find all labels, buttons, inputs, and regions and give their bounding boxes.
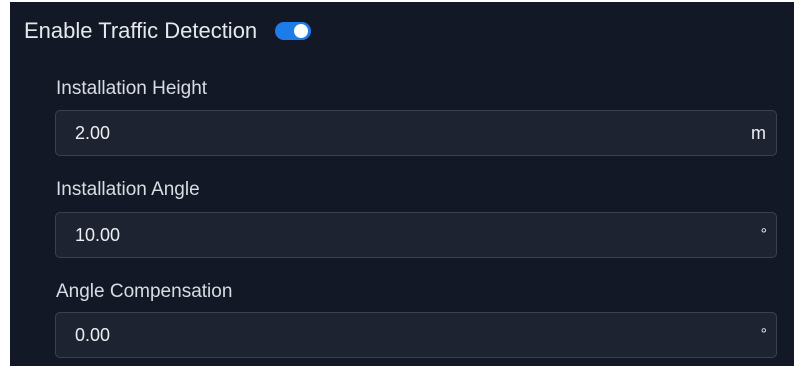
traffic-detection-row: Enable Traffic Detection (24, 15, 312, 47)
angle-compensation-value: 0.00 (75, 325, 111, 345)
traffic-detection-panel: Enable Traffic Detection Installation He… (10, 2, 794, 366)
angle-compensation-unit: ° (760, 326, 767, 343)
installation-height-unit: m (751, 123, 766, 143)
angle-compensation-input[interactable]: 0.00 ° (55, 312, 777, 358)
traffic-detection-label: Enable Traffic Detection (24, 18, 258, 43)
installation-angle-label: Installation Angle (56, 179, 200, 200)
installation-angle-value: 10.00 (75, 225, 121, 245)
toggle-knob (294, 24, 309, 38)
installation-angle-input[interactable]: 10.00 ° (55, 212, 777, 258)
angle-compensation-label: Angle Compensation (56, 281, 233, 302)
installation-height-value: 2.00 (75, 123, 111, 143)
traffic-detection-toggle[interactable] (275, 22, 312, 40)
installation-angle-unit: ° (760, 226, 767, 243)
installation-height-input[interactable]: 2.00 m (55, 110, 777, 156)
installation-height-label: Installation Height (56, 78, 208, 99)
